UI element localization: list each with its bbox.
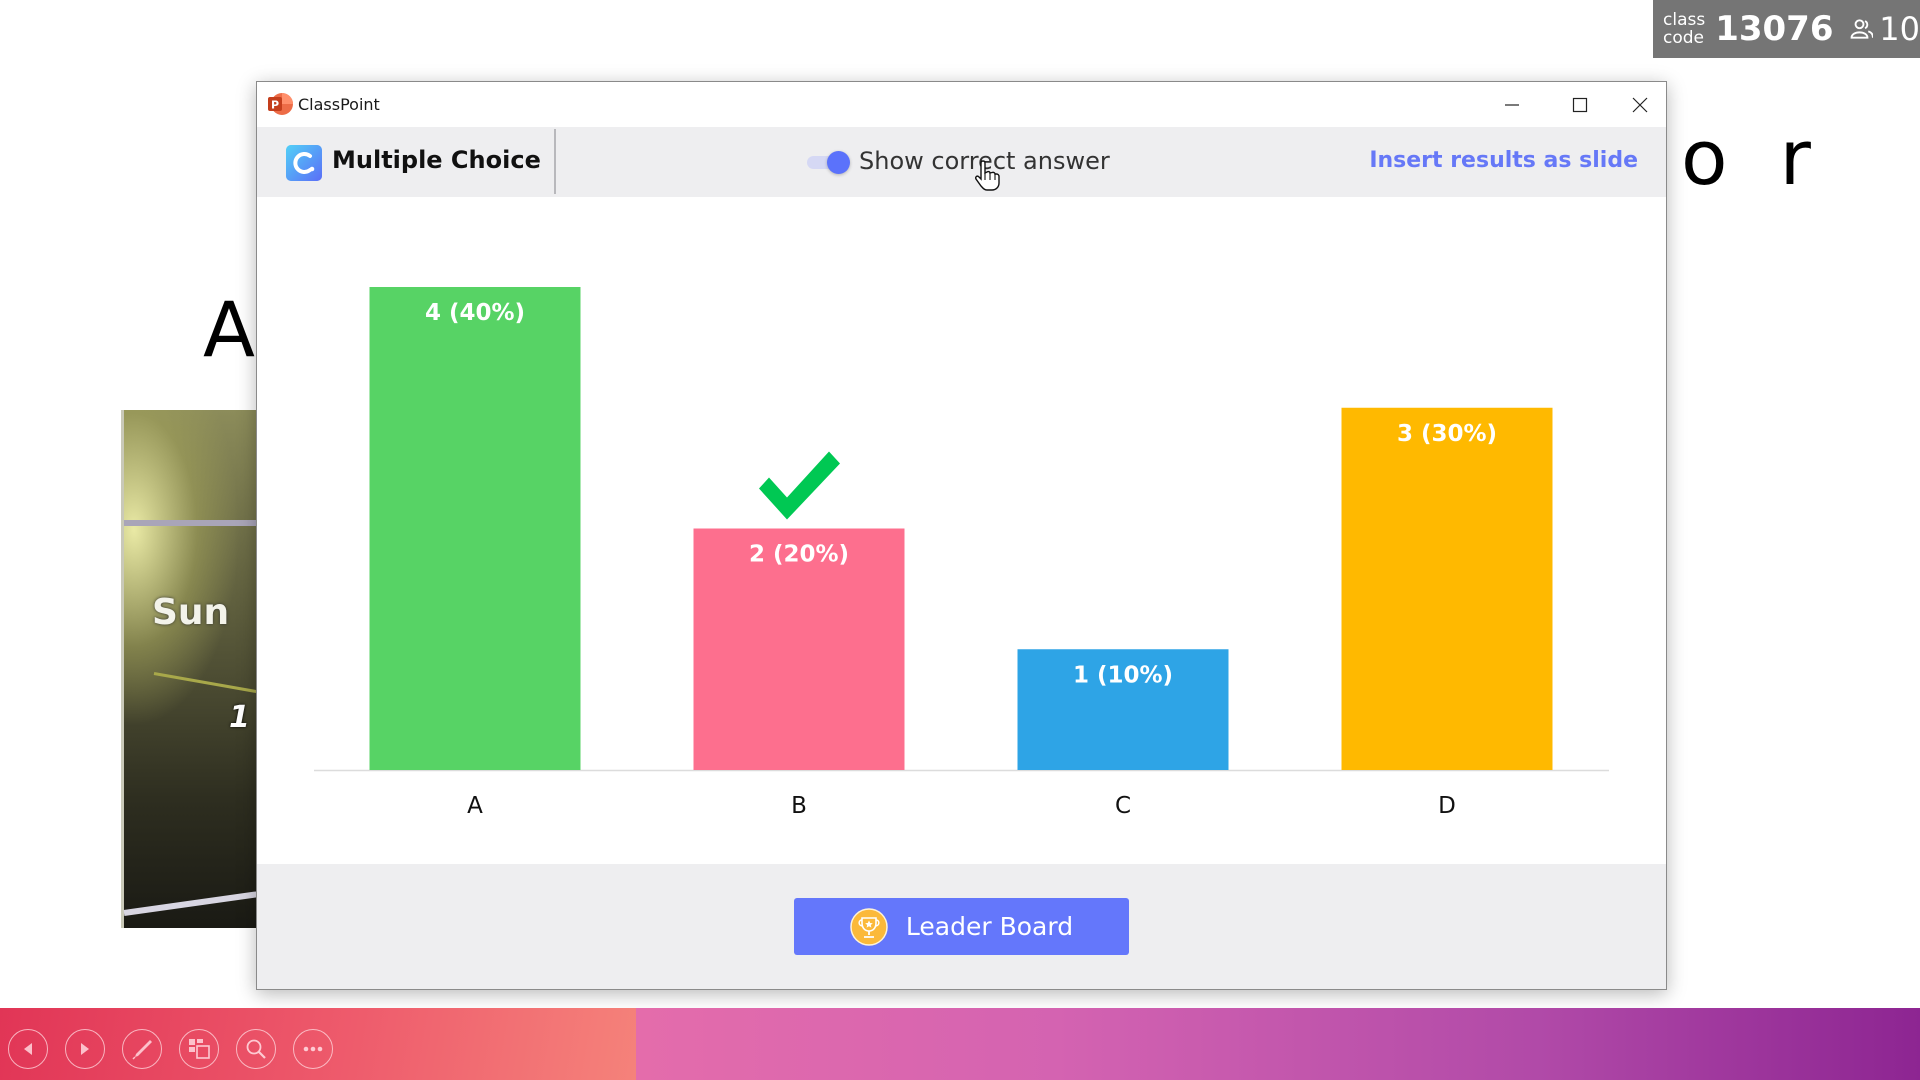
results-chart-area: 4 (40%) A 2 (20%) B 1 (10%) C 3 (30%) D: [257, 197, 1666, 864]
category-label-d: D: [1438, 793, 1456, 819]
more-options-button[interactable]: [293, 1029, 333, 1069]
magnifier-icon: [246, 1039, 266, 1059]
people-icon: [1850, 19, 1874, 39]
maximize-icon: [1572, 97, 1588, 112]
category-label-c: C: [1115, 793, 1131, 819]
show-correct-answer-toggle[interactable]: [807, 151, 850, 174]
close-button[interactable]: [1615, 82, 1665, 127]
pen-button[interactable]: [122, 1029, 162, 1069]
data-label-a: 4 (40%): [425, 300, 525, 326]
minimize-button[interactable]: [1479, 82, 1545, 127]
more-dots-icon: [303, 1046, 323, 1052]
maximize-button[interactable]: [1547, 82, 1613, 127]
bar-a: [369, 287, 581, 770]
window-title: ClassPoint: [298, 95, 380, 114]
previous-slide-button[interactable]: [8, 1029, 48, 1069]
arrow-left-icon: [24, 1043, 32, 1055]
toggle-knob: [827, 151, 850, 174]
slides-grid-icon: [189, 1039, 210, 1059]
leader-board-button[interactable]: Leader Board: [794, 898, 1129, 955]
image-number: 1: [229, 700, 250, 735]
correct-answer-check-icon: [759, 451, 840, 520]
classpoint-results-window: P ClassPoint Multiple Choice Show correc…: [256, 81, 1667, 990]
zoom-button[interactable]: [236, 1029, 276, 1069]
data-label-d: 3 (30%): [1397, 421, 1497, 447]
participant-count: 10: [1879, 10, 1920, 48]
class-code-value: 13076: [1715, 9, 1834, 49]
bar-d: [1341, 407, 1553, 770]
svg-text:P: P: [271, 99, 279, 112]
insert-results-as-slide-link[interactable]: Insert results as slide: [1369, 148, 1638, 173]
class-code-label-line2: code: [1663, 28, 1704, 48]
minimize-icon: [1505, 103, 1519, 106]
header-divider: [554, 129, 556, 194]
results-bar-chart: 4 (40%) A 2 (20%) B 1 (10%) C 3 (30%) D: [314, 287, 1609, 819]
class-code-badge: class code 13076 10: [1653, 0, 1920, 58]
category-label-a: A: [467, 793, 483, 819]
arrow-right-icon: [81, 1043, 89, 1055]
image-label-sun: Sun: [152, 592, 230, 633]
powerpoint-icon: P: [268, 93, 293, 115]
slide-title-right-fragment: o r: [1681, 113, 1825, 202]
data-label-b: 2 (20%): [749, 542, 849, 568]
next-slide-button[interactable]: [65, 1029, 105, 1069]
slideshow-toolbar: [0, 1008, 1920, 1080]
slides-overview-button[interactable]: [179, 1029, 219, 1069]
trophy-icon: [850, 907, 888, 946]
hand-cursor-icon: [975, 160, 1000, 191]
category-label-b: B: [791, 793, 807, 819]
class-code-label: class code: [1663, 11, 1705, 47]
data-label-c: 1 (10%): [1073, 662, 1173, 688]
classpoint-logo-icon: [286, 145, 322, 181]
results-footer: Leader Board: [257, 864, 1666, 989]
close-icon: [1632, 97, 1648, 112]
results-header: Multiple Choice Show correct answer Inse…: [257, 127, 1666, 197]
leader-board-label: Leader Board: [905, 912, 1074, 941]
question-type-title: Multiple Choice: [332, 146, 541, 174]
window-titlebar[interactable]: P ClassPoint: [257, 82, 1666, 127]
pen-icon: [132, 1040, 152, 1060]
class-code-label-line1: class: [1663, 10, 1706, 30]
